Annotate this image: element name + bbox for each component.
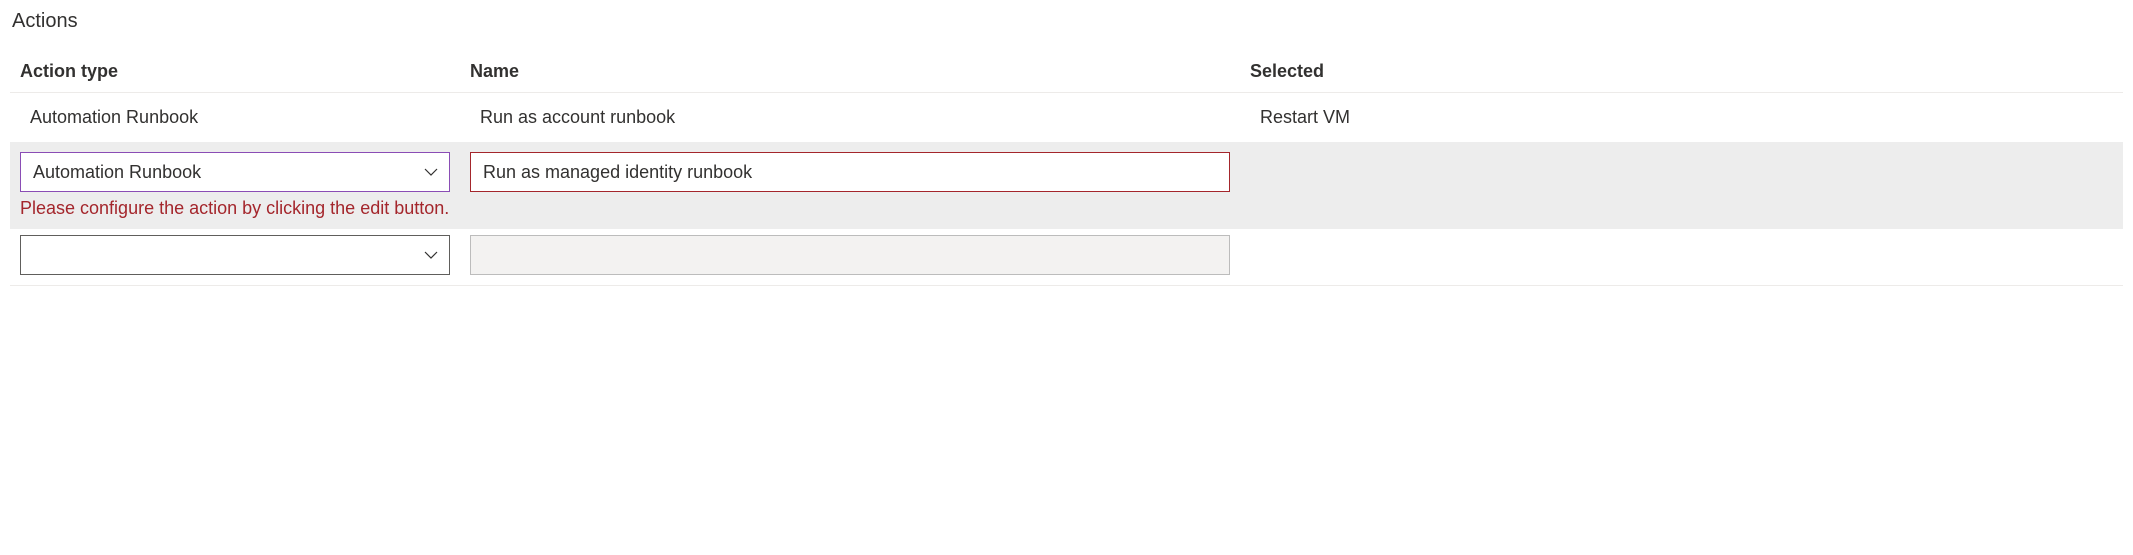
table-row: Automation Runbook Run as account runboo… bbox=[10, 93, 2123, 142]
header-selected: Selected bbox=[1250, 61, 2113, 82]
cell-name bbox=[470, 152, 1250, 192]
cell-action-type: Automation Runbook bbox=[20, 152, 470, 192]
table-row bbox=[10, 229, 2123, 286]
cell-selected: Restart VM bbox=[1250, 107, 2113, 128]
cell-action-type bbox=[20, 235, 470, 275]
dropdown-selected-text: Automation Runbook bbox=[33, 162, 201, 183]
actions-table: Action type Name Selected Automation Run… bbox=[10, 53, 2123, 286]
cell-name bbox=[470, 235, 1250, 275]
cell-action-type: Automation Runbook bbox=[20, 107, 470, 128]
section-title-actions: Actions bbox=[10, 10, 2123, 33]
action-type-dropdown[interactable]: Automation Runbook bbox=[20, 152, 450, 192]
row-inner: Automation Runbook bbox=[20, 152, 2113, 192]
action-type-dropdown[interactable] bbox=[20, 235, 450, 275]
name-input[interactable] bbox=[470, 235, 1230, 275]
table-row: Automation Runbook Please configure the … bbox=[10, 142, 2123, 229]
cell-name: Run as account runbook bbox=[470, 107, 1250, 128]
chevron-down-icon bbox=[423, 247, 439, 263]
header-name: Name bbox=[470, 61, 1250, 82]
name-input[interactable] bbox=[470, 152, 1230, 192]
validation-error-message: Please configure the action by clicking … bbox=[20, 192, 2113, 229]
table-header-row: Action type Name Selected bbox=[10, 53, 2123, 93]
header-action-type: Action type bbox=[20, 61, 470, 82]
chevron-down-icon bbox=[423, 164, 439, 180]
